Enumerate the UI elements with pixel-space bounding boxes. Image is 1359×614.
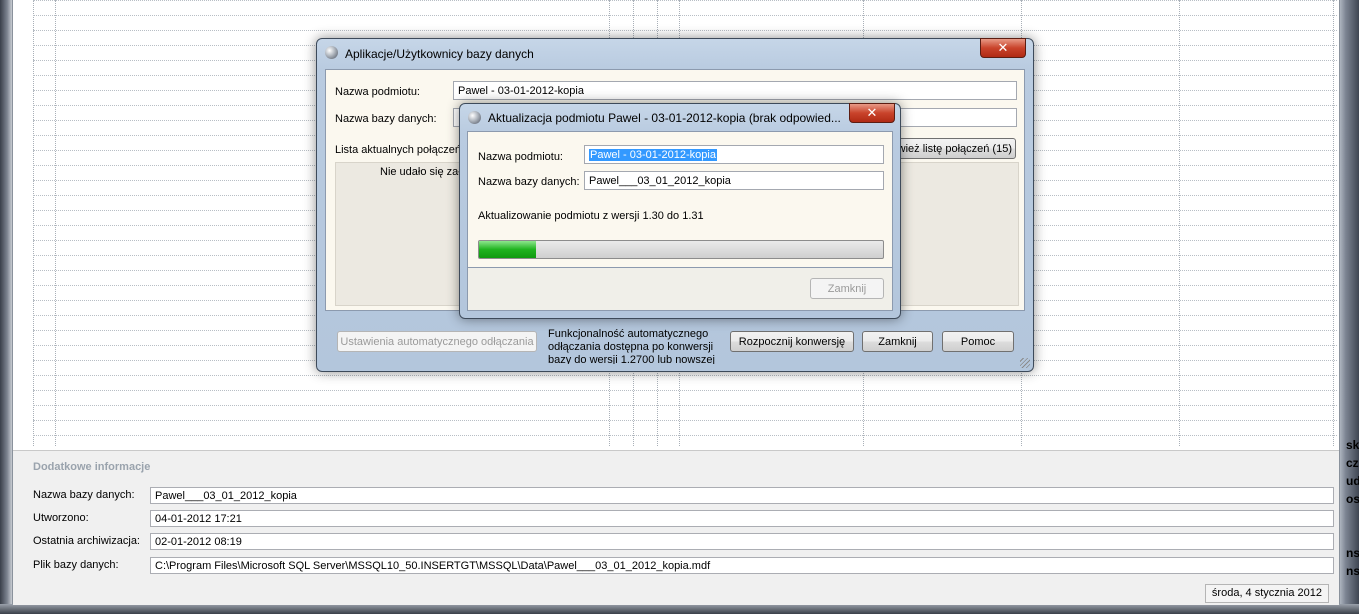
entity-label: Nazwa podmiotu:: [335, 86, 420, 98]
update-content: Nazwa podmiotu: Pawel - 03-01-2012-kopia…: [467, 131, 893, 268]
background-snippet: ud: [1346, 474, 1359, 488]
detail-field-db-file[interactable]: C:\Program Files\Microsoft SQL Server\MS…: [150, 557, 1334, 574]
grid-row-line: [33, 15, 1337, 16]
background-snippet: sko: [1346, 438, 1359, 452]
update-dialog-icon: [468, 111, 481, 124]
details-title: Dodatkowe informacje: [33, 461, 151, 473]
grid-row-line: [33, 420, 1337, 421]
auto-disconnect-settings-button[interactable]: Ustawienia automatycznego odłączania: [337, 331, 537, 352]
background-snippet: cz: [1346, 456, 1359, 470]
status-date: środa, 4 stycznia 2012: [1204, 584, 1329, 603]
details-panel: Dodatkowe informacje Nazwa bazy danych: …: [13, 450, 1339, 605]
background-snippet: os: [1346, 492, 1359, 506]
detail-field-last-backup[interactable]: 02-01-2012 08:19: [150, 533, 1334, 550]
desktop-left-edge: [0, 0, 12, 614]
update-progress-bar: [478, 240, 884, 259]
db-name-label: Nazwa bazy danych:: [335, 113, 437, 125]
dialog-title: Aplikacje/Użytkownicy bazy danych: [345, 47, 534, 61]
app-icon: [325, 46, 338, 59]
connections-label: Lista aktualnych połączeń: [335, 144, 461, 156]
update-entity-value: Pawel - 03-01-2012-kopia: [589, 149, 717, 161]
detail-label-db-file: Plik bazy danych:: [33, 559, 119, 571]
detail-field-db-name[interactable]: Pawel___03_01_2012_kopia: [150, 487, 1334, 504]
grid-column-line: [33, 0, 34, 446]
detail-label-last-backup: Ostatnia archiwizacja:: [33, 535, 140, 547]
detail-label-db-name: Nazwa bazy danych:: [33, 489, 135, 501]
close-icon[interactable]: ✕: [980, 38, 1026, 58]
background-snippet: ns: [1346, 564, 1359, 578]
grid-row-line: [33, 405, 1337, 406]
grid-column-line: [1333, 0, 1334, 446]
refresh-connections-button[interactable]: Odśwież listę połączeń (15): [886, 138, 1016, 159]
connections-error-text: Nie udało się zała: [380, 166, 467, 178]
grid-row-line: [33, 0, 1337, 1]
update-close-button[interactable]: Zamknij: [810, 278, 884, 299]
update-progress-fill: [479, 241, 536, 258]
grid-column-line: [1179, 0, 1180, 446]
start-conversion-button[interactable]: Rozpocznij konwersję: [730, 331, 854, 352]
grid-row-line: [33, 390, 1337, 391]
close-button[interactable]: Zamknij: [862, 331, 933, 352]
refresh-connections-label: Odśwież listę połączeń (15): [886, 143, 1012, 155]
grid-row-line: [33, 375, 1337, 376]
update-entity-label: Nazwa podmiotu:: [478, 151, 563, 163]
grid-row-line: [33, 435, 1337, 436]
update-footer: Zamknij: [467, 267, 893, 311]
detail-label-created: Utworzono:: [33, 512, 89, 524]
background-window-snippets: sko cz ud os ns ns: [1346, 436, 1359, 580]
entity-field[interactable]: Pawel - 03-01-2012-kopia: [453, 81, 1017, 100]
detail-field-created[interactable]: 04-01-2012 17:21: [150, 510, 1334, 527]
update-entity-field[interactable]: Pawel - 03-01-2012-kopia: [584, 145, 884, 164]
update-dialog-title: Aktualizacja podmiotu Pawel - 03-01-2012…: [488, 111, 841, 125]
grid-row-line: [33, 30, 1337, 31]
update-dialog: Aktualizacja podmiotu Pawel - 03-01-2012…: [459, 103, 901, 319]
resize-grip[interactable]: [1020, 358, 1030, 368]
update-db-label: Nazwa bazy danych:: [478, 176, 580, 188]
grid-column-line: [55, 0, 56, 446]
background-snippet: ns: [1346, 546, 1359, 560]
auto-disconnect-info: Funkcjonalność automatycznego odłączania…: [548, 328, 715, 364]
update-db-field[interactable]: Pawel___03_01_2012_kopia: [584, 171, 884, 190]
help-button[interactable]: Pomoc: [942, 331, 1014, 352]
update-status-text: Aktualizowanie podmiotu z wersji 1.30 do…: [478, 210, 704, 222]
taskbar-edge: [0, 604, 1359, 614]
update-close-icon[interactable]: ✕: [849, 103, 895, 123]
